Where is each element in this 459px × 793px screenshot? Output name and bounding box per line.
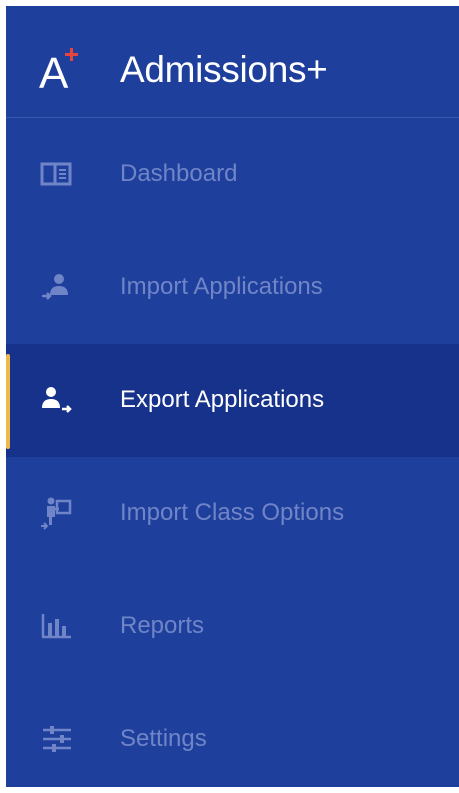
- sidebar-item-label: Reports: [120, 612, 205, 639]
- sidebar-item-settings[interactable]: Settings: [6, 683, 459, 787]
- sidebar-item-label: Export Applications: [120, 386, 325, 413]
- import-class-icon: [39, 495, 75, 531]
- bar-chart-icon: [39, 608, 75, 644]
- app-logo[interactable]: A: [39, 46, 79, 92]
- sidebar-item-import-class-options[interactable]: Import Class Options: [6, 457, 459, 570]
- export-user-icon: [39, 382, 75, 418]
- svg-text:A: A: [39, 49, 69, 92]
- sidebar-item-import-applications[interactable]: Import Applications: [6, 231, 459, 344]
- import-user-icon: [39, 269, 75, 305]
- sidebar-item-label: Import Class Options: [120, 499, 345, 526]
- dashboard-icon: [39, 156, 75, 192]
- active-indicator: [6, 354, 10, 449]
- sidebar-header: A Admissions+: [6, 6, 459, 118]
- sidebar-item-label: Settings: [120, 725, 207, 752]
- logo-a-plus-icon: A: [39, 48, 78, 92]
- sidebar: A Admissions+ Dashboard Import Applicati…: [6, 6, 459, 787]
- sidebar-item-label: Dashboard: [120, 160, 238, 187]
- sidebar-item-export-applications[interactable]: Export Applications: [6, 344, 459, 457]
- sidebar-item-dashboard[interactable]: Dashboard: [6, 118, 459, 231]
- sidebar-item-label: Import Applications: [120, 273, 323, 300]
- sliders-icon: [39, 721, 75, 757]
- sidebar-item-reports[interactable]: Reports: [6, 570, 459, 683]
- app-title: Admissions+: [120, 49, 328, 90]
